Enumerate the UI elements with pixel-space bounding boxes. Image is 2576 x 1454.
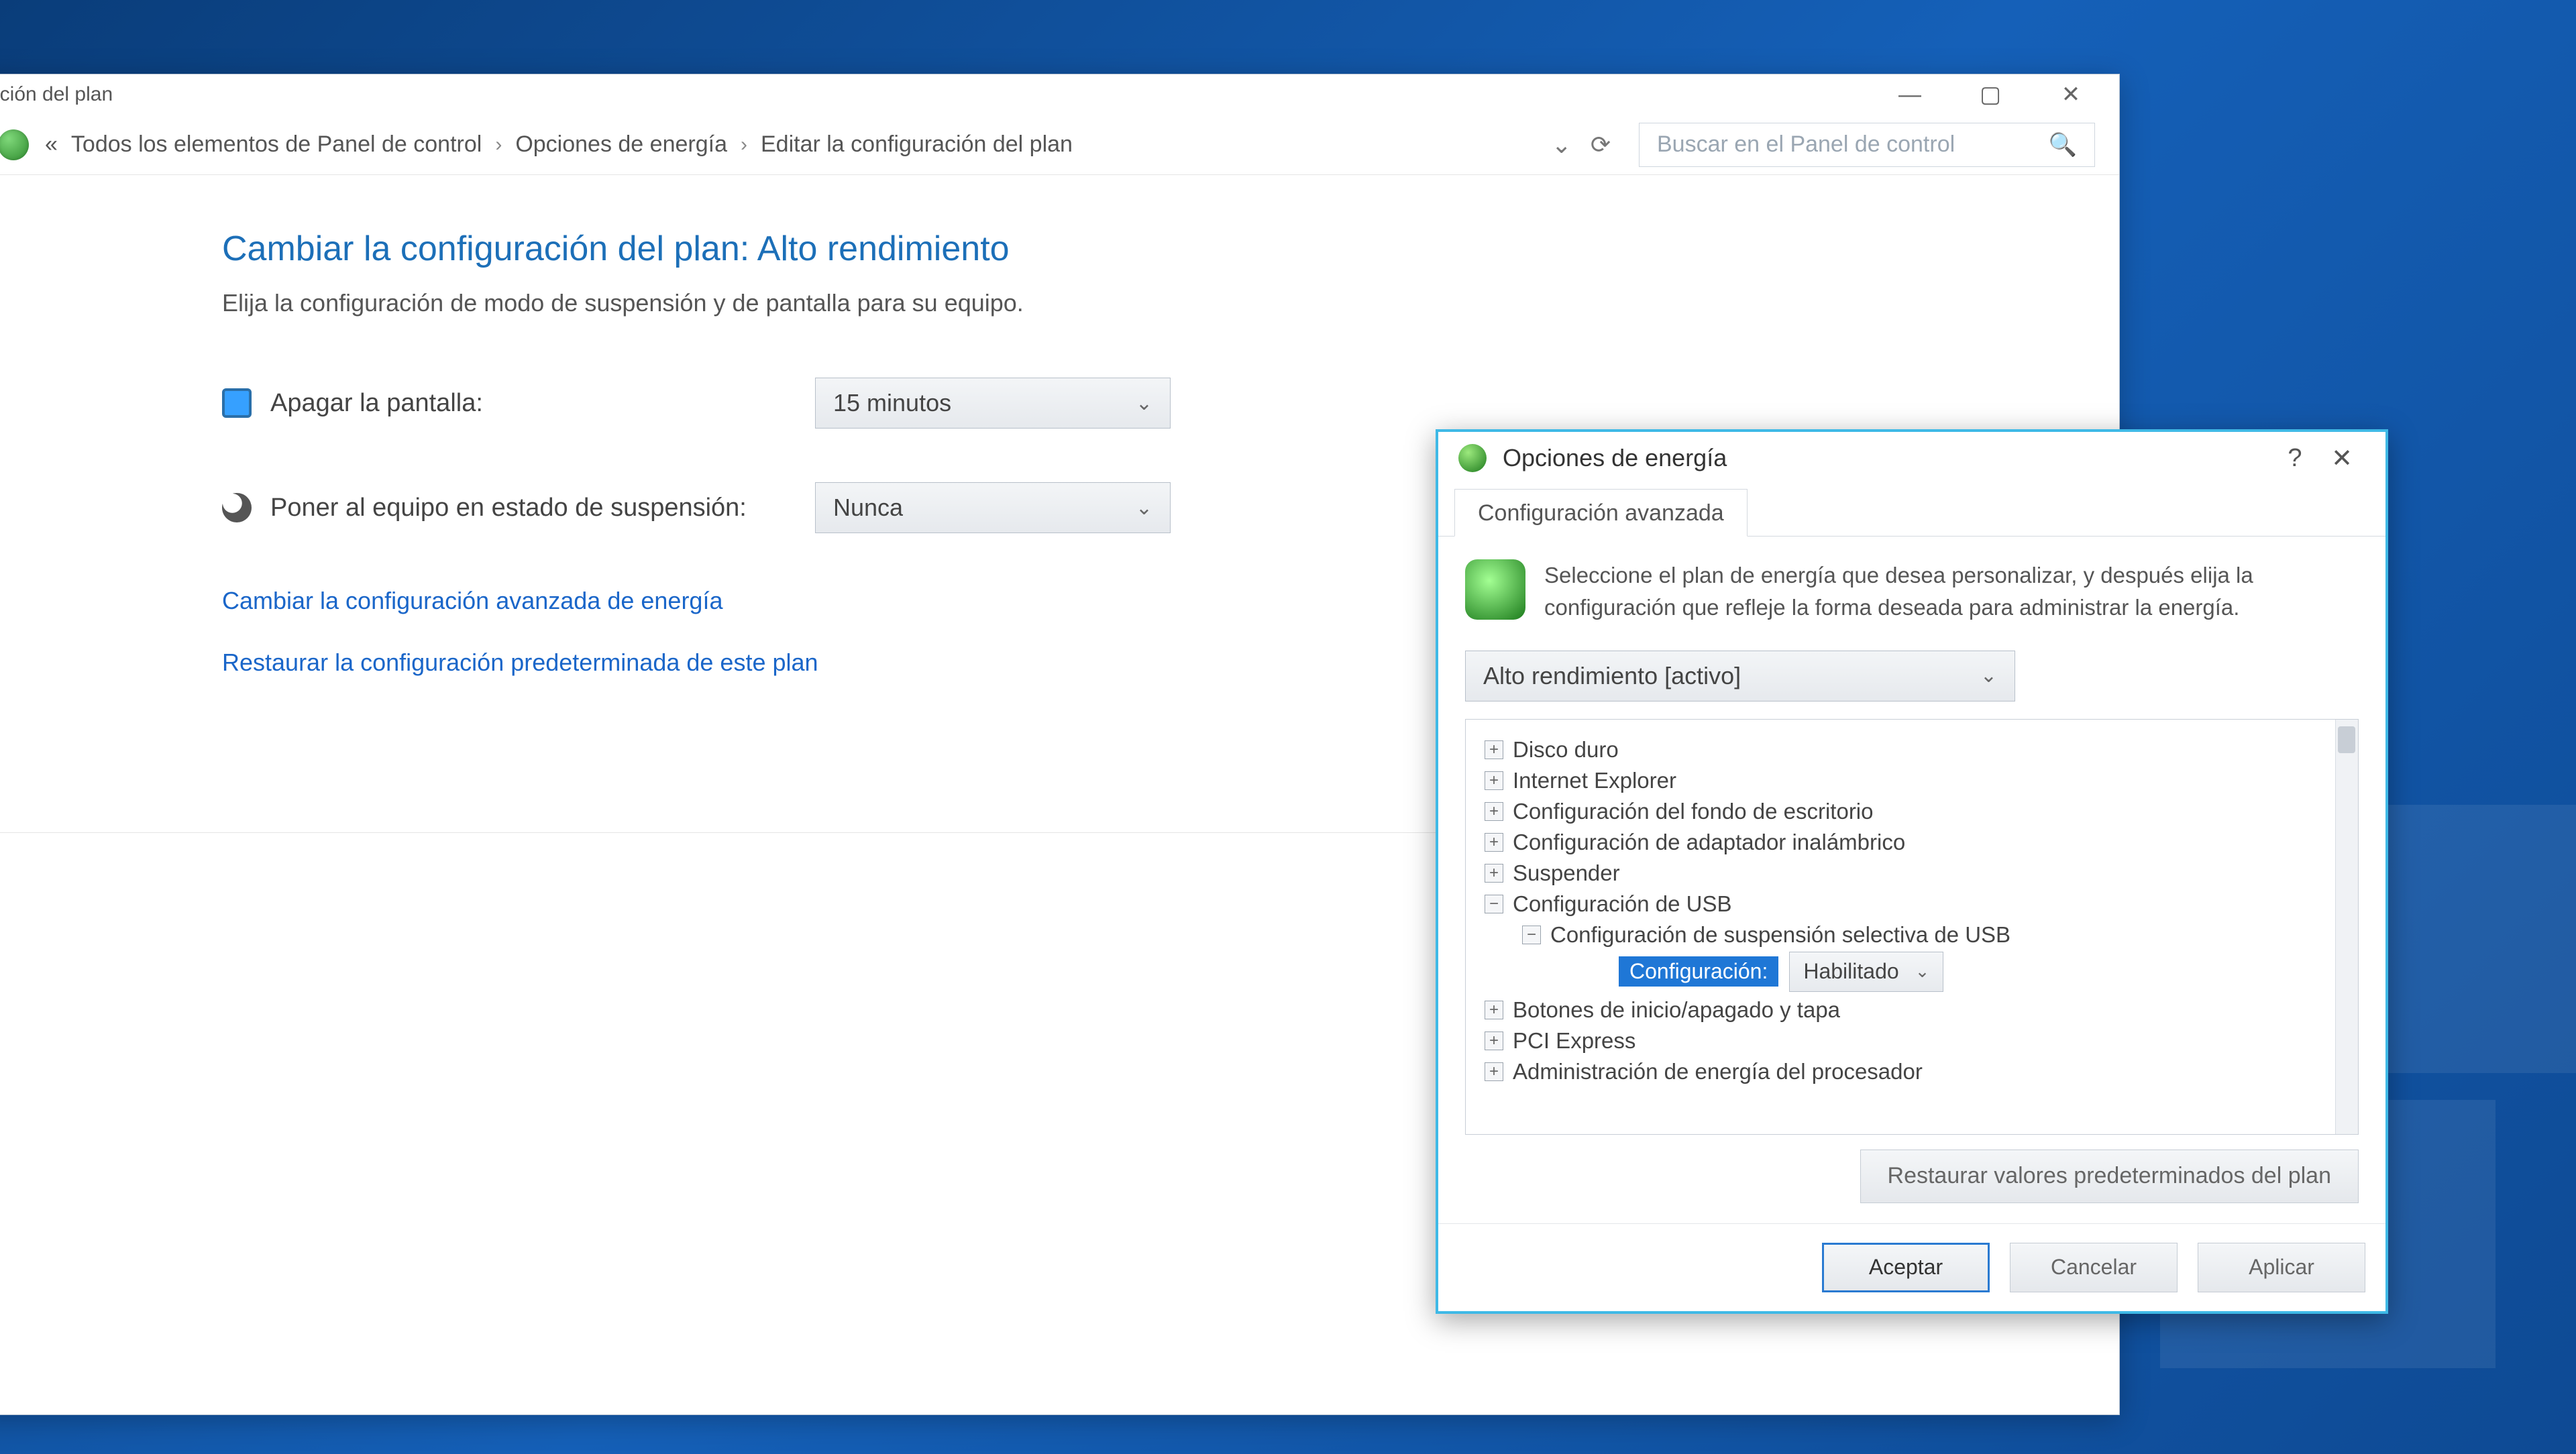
expand-icon[interactable]: + <box>1485 771 1503 790</box>
cancel-button[interactable]: Cancelar <box>2010 1243 2178 1292</box>
minimize-button[interactable]: ― <box>1870 74 1950 115</box>
maximize-button[interactable]: ▢ <box>1950 74 2031 115</box>
ok-button[interactable]: Aceptar <box>1822 1243 1990 1292</box>
refresh-icon[interactable]: ⟳ <box>1591 131 1611 159</box>
close-button[interactable]: ✕ <box>2031 74 2111 115</box>
expand-icon[interactable]: + <box>1485 1031 1503 1050</box>
chevron-right-icon: › <box>741 133 747 156</box>
tree-item[interactable]: Administración de energía del procesador <box>1513 1059 1923 1084</box>
select-value: Alto rendimiento [activo] <box>1483 662 1741 690</box>
setting-name-selected[interactable]: Configuración: <box>1619 956 1778 987</box>
breadcrumb-item[interactable]: Editar la configuración del plan <box>761 131 1073 158</box>
search-input[interactable]: Buscar en el Panel de control 🔍 <box>1639 123 2095 167</box>
dialog-tabbar: Configuración avanzada <box>1438 488 2385 537</box>
control-panel-icon <box>0 129 29 160</box>
expand-icon[interactable]: + <box>1485 740 1503 759</box>
dialog-footer: Aceptar Cancelar Aplicar <box>1438 1223 2385 1311</box>
tree-item-usb[interactable]: Configuración de USB <box>1513 891 1732 917</box>
page-subheading: Elija la configuración de modo de suspen… <box>222 289 2119 317</box>
search-placeholder: Buscar en el Panel de control <box>1657 131 1955 158</box>
chevron-down-icon: ⌄ <box>1136 392 1152 415</box>
address-dropdown-icon[interactable]: ⌄ <box>1552 131 1572 159</box>
address-bar-row: « Todos los elementos de Panel de contro… <box>0 115 2119 175</box>
power-options-dialog: Opciones de energía ? ✕ Configuración av… <box>1436 429 2388 1314</box>
tree-item[interactable]: Configuración del fondo de escritorio <box>1513 799 1874 824</box>
display-off-select[interactable]: 15 minutos ⌄ <box>815 378 1171 429</box>
tree-item[interactable]: Internet Explorer <box>1513 768 1676 793</box>
moon-icon <box>222 493 252 522</box>
close-button[interactable]: ✕ <box>2318 443 2365 473</box>
help-button[interactable]: ? <box>2271 444 2318 473</box>
chevron-down-icon: ⌄ <box>1136 496 1152 520</box>
breadcrumb-item[interactable]: Todos los elementos de Panel de control <box>71 131 482 158</box>
settings-tree[interactable]: + Disco duro + Internet Explorer + Configur… <box>1465 719 2359 1135</box>
tree-item-usb-selective[interactable]: Configuración de suspensión selectiva de… <box>1550 922 2010 948</box>
restore-plan-defaults-button[interactable]: Restaurar valores predeterminados del pl… <box>1860 1150 2359 1203</box>
back-glyph[interactable]: « <box>45 131 58 158</box>
page-heading: Cambiar la configuración del plan: Alto … <box>222 229 2119 269</box>
sleep-select[interactable]: Nunca ⌄ <box>815 482 1171 533</box>
dialog-titlebar[interactable]: Opciones de energía ? ✕ <box>1438 432 2385 484</box>
dialog-title: Opciones de energía <box>1503 444 1727 472</box>
setting-label: Apagar la pantalla: <box>270 389 483 418</box>
expand-icon[interactable]: + <box>1485 1062 1503 1081</box>
tree-item[interactable]: Configuración de adaptador inalámbrico <box>1513 830 1905 855</box>
dialog-description: Seleccione el plan de energía que desea … <box>1544 559 2359 624</box>
scrollbar-thumb[interactable] <box>2338 726 2355 753</box>
usb-setting-select[interactable]: Habilitado ⌄ <box>1789 952 1943 992</box>
select-value: 15 minutos <box>833 389 951 417</box>
tree-item[interactable]: Disco duro <box>1513 737 1619 763</box>
power-plan-icon <box>1465 559 1525 620</box>
apply-button[interactable]: Aplicar <box>2198 1243 2365 1292</box>
monitor-icon <box>222 388 252 418</box>
select-value: Habilitado <box>1803 959 1898 984</box>
tree-scrollbar[interactable] <box>2335 720 2358 1134</box>
setting-row-display-off: Apagar la pantalla: 15 minutos ⌄ <box>222 378 2119 429</box>
collapse-icon[interactable]: − <box>1485 895 1503 913</box>
expand-icon[interactable]: + <box>1485 1001 1503 1019</box>
expand-icon[interactable]: + <box>1485 833 1503 852</box>
breadcrumb[interactable]: « Todos los elementos de Panel de contro… <box>45 131 1519 158</box>
search-icon: 🔍 <box>2049 131 2077 158</box>
window-title: ración del plan <box>0 83 113 106</box>
expand-icon[interactable]: + <box>1485 864 1503 883</box>
dialog-body: Seleccione el plan de energía que desea … <box>1438 537 2385 1223</box>
power-icon <box>1458 444 1487 472</box>
setting-label: Poner al equipo en estado de suspensión: <box>270 494 747 522</box>
power-plan-select[interactable]: Alto rendimiento [activo] ⌄ <box>1465 651 2015 702</box>
select-value: Nunca <box>833 494 903 522</box>
chevron-right-icon: › <box>495 133 502 156</box>
chevron-down-icon: ⌄ <box>1980 664 1997 687</box>
collapse-icon[interactable]: − <box>1522 926 1541 944</box>
tree-item[interactable]: Suspender <box>1513 860 1620 886</box>
breadcrumb-item[interactable]: Opciones de energía <box>515 131 727 158</box>
tab-advanced[interactable]: Configuración avanzada <box>1454 489 1748 537</box>
tree-item[interactable]: PCI Express <box>1513 1028 1635 1054</box>
tree-item[interactable]: Botones de inicio/apagado y tapa <box>1513 997 1840 1023</box>
window-titlebar[interactable]: ración del plan ― ▢ ✕ <box>0 74 2119 115</box>
expand-icon[interactable]: + <box>1485 802 1503 821</box>
chevron-down-icon: ⌄ <box>1915 961 1930 982</box>
